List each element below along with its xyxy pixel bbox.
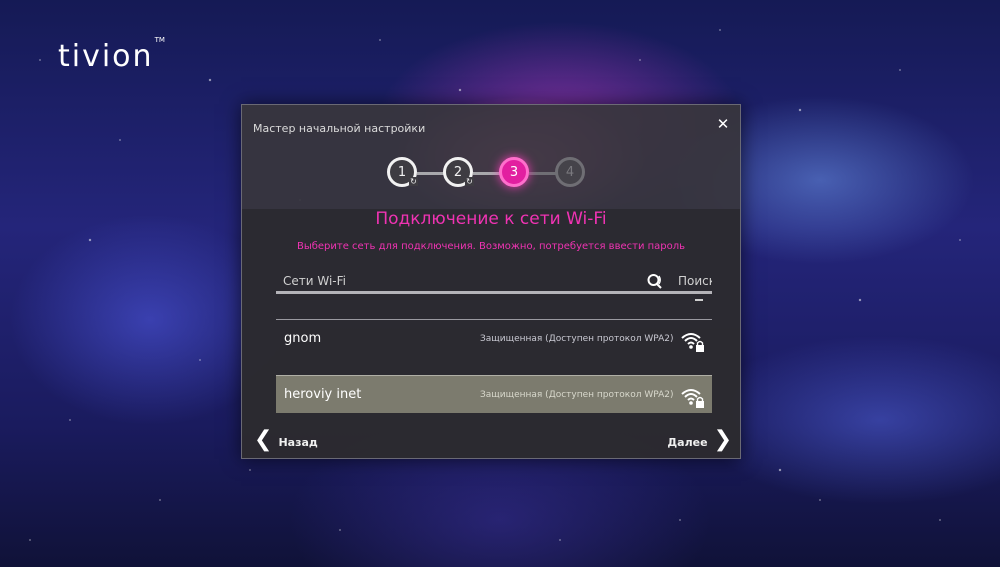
refresh-arrow-icon: ↻ [465,177,474,186]
network-name: gnom [284,331,322,346]
wifi-lock-icon [681,389,704,408]
step-number: 1 [397,165,407,180]
setup-wizard-dialog: Мастер начальной настройки ✕ 1 ↻ 2 ↻ 3 4… [241,104,741,459]
step-4: 4 [555,157,585,187]
step-number: 4 [565,165,575,180]
close-icon[interactable]: ✕ [714,115,732,133]
network-name: heroviy inet [284,387,362,402]
dialog-title: Мастер начальной настройки [253,122,426,135]
trademark: TM [154,36,165,44]
step-3: 3 [499,157,529,187]
desktop-background: tivionTM Мастер начальной настройки ✕ 1 … [0,0,1000,567]
wifi-search-bar: Сети Wi-Fi Поиск [276,269,712,295]
wifi-networks-label: Сети Wi-Fi [283,274,346,288]
search-icon[interactable] [646,272,664,290]
tivion-logo: tivionTM [58,36,165,74]
step-1: 1 ↻ [387,157,418,187]
network-security: Защищенная (Доступен протокол WPA2) [480,390,674,400]
search-underline [276,291,712,294]
back-label: Назад [278,435,318,449]
chevron-right-icon: ❯ [713,427,732,452]
network-row-selected[interactable]: heroviy inet Защищенная (Доступен проток… [276,375,712,413]
wizard-steps: 1 ↻ 2 ↻ 3 4 [387,155,597,191]
scroll-indicator[interactable] [695,299,703,301]
network-row[interactable]: gnom Защищенная (Доступен протокол WPA2) [276,319,712,357]
page-title: Подключение к сети Wi-Fi [375,209,607,229]
page-subtitle: Выберите сеть для подключения. Возможно,… [296,241,686,252]
step-connector [473,172,501,175]
network-security: Защищенная (Доступен протокол WPA2) [480,334,674,344]
step-2: 2 ↻ [443,157,474,187]
logo-text: tivion [58,39,154,74]
step-connector [529,172,557,175]
step-number: 3 [509,165,519,180]
back-button[interactable]: ❮ Назад [254,429,324,451]
step-connector [417,172,445,175]
refresh-arrow-icon: ↻ [409,177,418,186]
next-label: Далее [667,435,708,449]
wifi-lock-icon [681,333,704,352]
step-number: 2 [453,165,463,180]
next-button[interactable]: Далее ❯ [661,429,732,451]
chevron-left-icon: ❮ [254,427,273,452]
search-button[interactable]: Поиск [678,274,712,288]
